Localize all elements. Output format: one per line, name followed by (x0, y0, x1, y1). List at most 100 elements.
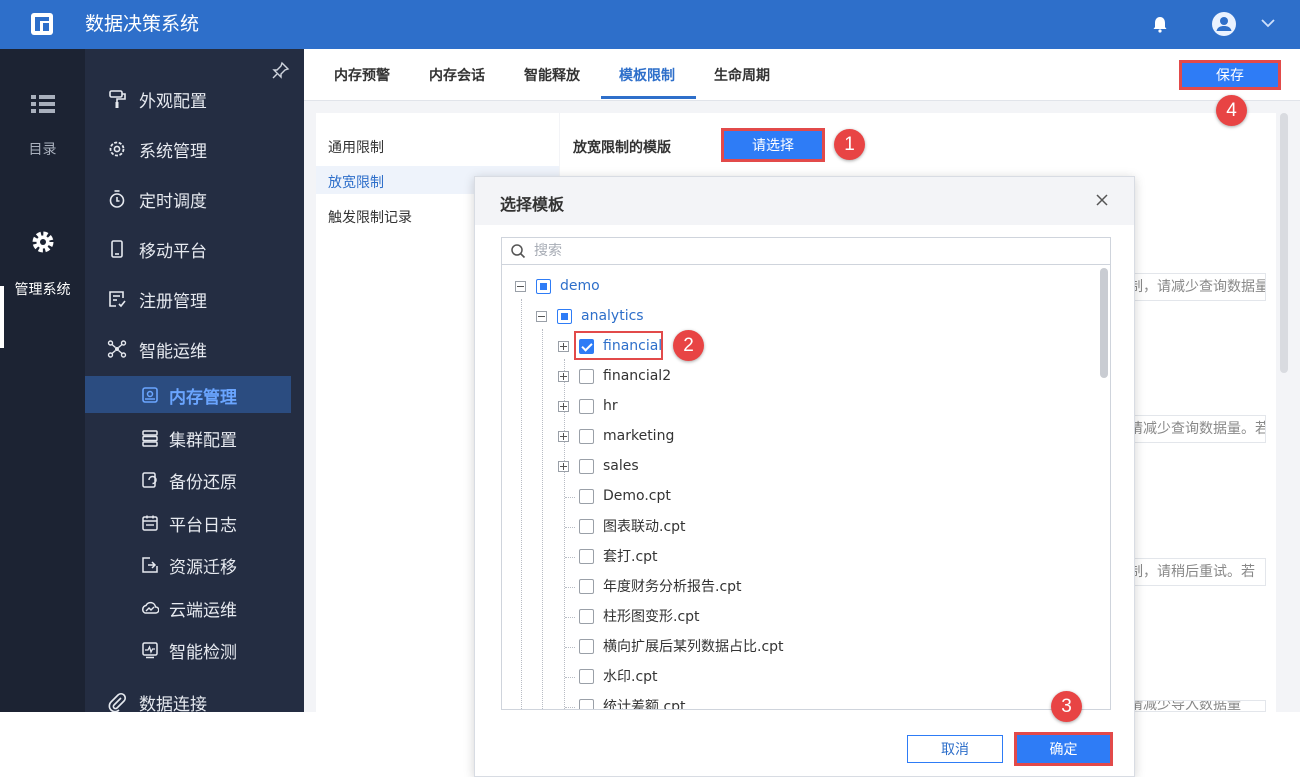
tab-smart-release[interactable]: 智能释放 (524, 65, 580, 85)
sidebar-subitem-cluster[interactable]: 集群配置 (141, 426, 237, 451)
tab-memory-warning[interactable]: 内存预警 (334, 65, 390, 85)
tree-node-label: 统计差额.cpt (603, 699, 686, 710)
tree-node-file[interactable]: 图表联动.cpt (579, 514, 686, 538)
avatar[interactable] (1212, 12, 1236, 36)
tree-node-label: marketing (603, 428, 675, 444)
checkbox[interactable] (579, 548, 594, 564)
network-icon (107, 340, 127, 358)
confirm-button[interactable]: 确定 (1015, 733, 1112, 765)
tree-guide (521, 299, 522, 709)
sidebar-item-mobile[interactable]: 移动平台 (107, 237, 207, 262)
select-template-dialog: 选择模板 demo analytics (474, 176, 1135, 777)
sidebar-item-label: 智能运维 (139, 341, 207, 362)
checkbox[interactable] (579, 668, 594, 684)
tree-node-label: demo (560, 278, 600, 294)
app-logo-icon (31, 13, 53, 35)
tree-node-folder[interactable]: hr (558, 394, 618, 418)
close-icon[interactable] (1095, 193, 1109, 207)
tree-node-folder[interactable]: marketing (558, 424, 674, 448)
sidebar-item-smart-ops[interactable]: 智能运维 (107, 337, 207, 362)
rail-item-directory[interactable]: 目录 (0, 93, 85, 159)
chevron-down-icon[interactable] (1260, 15, 1276, 31)
hint-field[interactable]: 制，请稍后重试。若 (1128, 558, 1266, 586)
tree-node-label: analytics (581, 308, 644, 324)
search-box (501, 237, 1111, 265)
hint-field[interactable]: 请减少导入数据量 (1128, 700, 1266, 712)
checkbox[interactable] (579, 698, 594, 709)
tree-node-file[interactable]: 水印.cpt (579, 664, 658, 688)
select-template-button[interactable]: 请选择 (722, 129, 824, 161)
tree-node-analytics[interactable]: analytics (536, 304, 644, 328)
scrollbar[interactable] (1100, 268, 1108, 378)
tree-node-file[interactable]: 横向扩展后某列数据占比.cpt (579, 634, 784, 658)
tree-node-folder[interactable]: financial2 (558, 364, 671, 388)
settings-nav-trigger-records[interactable]: 触发限制记录 (328, 207, 412, 227)
sidebar-item-data-connection[interactable]: 数据连接 (107, 690, 207, 712)
expand-icon[interactable] (558, 430, 569, 442)
sidebar-item-appearance[interactable]: 外观配置 (107, 87, 207, 112)
tab-memory-session[interactable]: 内存会话 (429, 65, 485, 85)
checkbox[interactable] (579, 638, 594, 654)
search-icon (511, 244, 526, 259)
tree-node-file[interactable]: 柱形图变形.cpt (579, 604, 700, 628)
save-button[interactable]: 保存 (1180, 61, 1280, 89)
checkbox[interactable] (579, 488, 594, 504)
tab-lifecycle[interactable]: 生命周期 (714, 65, 770, 85)
tree-guide (542, 329, 543, 709)
checkbox[interactable] (579, 398, 594, 414)
backup-icon (142, 472, 157, 488)
hint-field[interactable]: 请减少查询数据量。若 (1128, 415, 1266, 443)
template-label: 放宽限制的模版 (573, 140, 671, 156)
sidebar-subitem-cloud-ops[interactable]: 云端运维 (141, 596, 237, 621)
checkbox[interactable] (579, 428, 594, 444)
sidebar-subitem-memory[interactable]: 内存管理 (141, 383, 237, 408)
expand-icon[interactable] (558, 400, 569, 412)
tree-node-label: Demo.cpt (603, 488, 671, 504)
tree-guide (565, 677, 575, 678)
settings-nav-general[interactable]: 通用限制 (328, 137, 384, 157)
settings-nav-relaxed[interactable]: 放宽限制 (328, 172, 384, 192)
checkbox[interactable] (579, 578, 594, 594)
collapse-icon[interactable] (515, 280, 526, 292)
pin-icon[interactable] (272, 61, 290, 79)
sidebar-subitem-logs[interactable]: 平台日志 (141, 511, 237, 536)
tab-template-limit[interactable]: 模板限制 (619, 65, 675, 85)
sidebar-item-system[interactable]: 系统管理 (107, 137, 207, 162)
user-icon (1216, 17, 1232, 31)
expand-icon[interactable] (558, 340, 569, 352)
checkbox[interactable] (536, 278, 551, 294)
checkbox[interactable] (579, 608, 594, 624)
tree-node-file[interactable]: 套打.cpt (579, 544, 658, 568)
tree-node-file[interactable]: Demo.cpt (579, 484, 671, 508)
scrollbar[interactable] (1280, 113, 1288, 373)
bell-icon[interactable] (1150, 14, 1170, 34)
sidebar-subitem-backup[interactable]: 备份还原 (141, 468, 237, 493)
sidebar-subitem-label: 资源迁移 (169, 557, 237, 578)
tree-node-folder[interactable]: sales (558, 454, 639, 478)
tree-node-root[interactable]: demo (515, 274, 600, 298)
checkbox[interactable] (579, 368, 594, 384)
checkbox[interactable] (579, 518, 594, 534)
sidebar-item-label: 定时调度 (139, 191, 207, 212)
rail-item-admin[interactable]: 管理系统 (0, 229, 85, 299)
checkbox[interactable] (557, 308, 572, 324)
sidebar-item-schedule[interactable]: 定时调度 (107, 187, 207, 212)
tree-node-file[interactable]: 统计差额.cpt (579, 694, 686, 710)
tree-guide (565, 527, 575, 528)
register-icon (109, 291, 126, 308)
sidebar-subitem-label: 云端运维 (169, 600, 237, 621)
cancel-button[interactable]: 取消 (907, 735, 1003, 763)
top-bar: 数据决策系统 (0, 0, 1300, 49)
collapse-icon[interactable] (536, 310, 547, 322)
hint-field[interactable]: 制，请减少查询数据量 (1128, 273, 1266, 301)
expand-icon[interactable] (558, 370, 569, 382)
checkbox[interactable] (579, 458, 594, 474)
sidebar-subitem-detect[interactable]: 智能检测 (141, 638, 237, 663)
expand-icon[interactable] (558, 460, 569, 472)
search-input[interactable] (534, 240, 1094, 262)
tree-node-label: 图表联动.cpt (603, 519, 686, 535)
sidebar-item-register[interactable]: 注册管理 (107, 287, 207, 312)
tab-bar: 内存预警 内存会话 智能释放 模板限制 生命周期 (304, 49, 1300, 101)
tree-node-file[interactable]: 年度财务分析报告.cpt (579, 574, 742, 598)
sidebar-subitem-migrate[interactable]: 资源迁移 (141, 553, 237, 578)
